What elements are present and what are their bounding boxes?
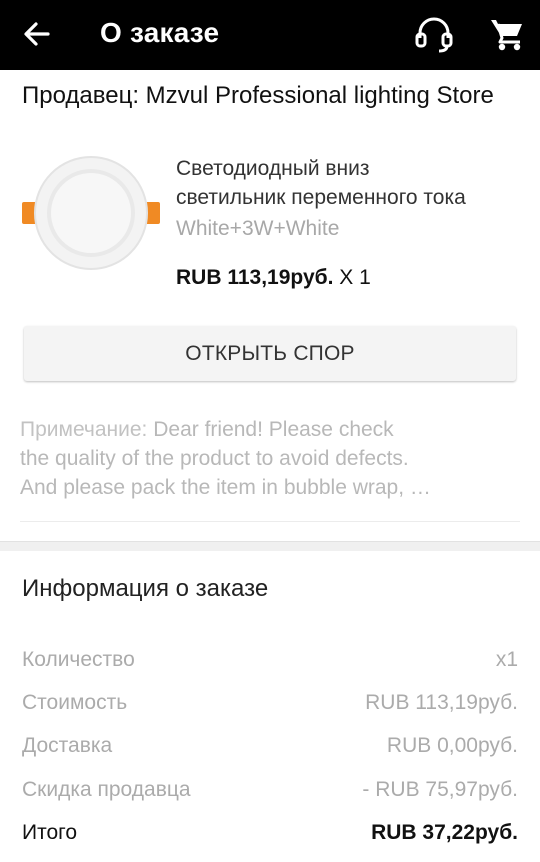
seller-name[interactable]: Продавец: Mzvul Professional lighting St… — [22, 82, 540, 110]
info-value: RUB 113,19руб. — [365, 691, 518, 714]
order-info-title: Информация о заказе — [22, 575, 269, 602]
info-value: x1 — [495, 648, 518, 671]
info-label: Количество — [22, 648, 135, 671]
cart-button[interactable] — [487, 14, 527, 54]
info-row-seller-discount: Скидка продавца - RUB 75,97руб. — [22, 778, 518, 808]
note-label: Примечание: — [20, 418, 148, 441]
product-title[interactable]: Светодиодный вниз светильник переменного… — [176, 154, 516, 212]
info-value: RUB 37,22руб. — [371, 821, 518, 844]
info-label: Доставка — [22, 734, 113, 757]
product-image[interactable] — [22, 150, 160, 285]
open-dispute-button[interactable]: ОТКРЫТЬ СПОР — [24, 326, 516, 381]
product-title-line2: светильник переменного тока — [176, 186, 466, 209]
order-note: Примечание: Dear friend! Please check th… — [20, 415, 500, 502]
downlight-product-image — [22, 156, 160, 270]
info-value: RUB 0,00руб. — [386, 734, 518, 757]
back-button[interactable] — [18, 16, 58, 52]
product-quantity: X 1 — [339, 266, 371, 289]
top-app-bar: О заказе — [0, 0, 540, 70]
section-separator — [0, 541, 540, 551]
arrow-left-icon — [24, 22, 50, 46]
info-label: Скидка продавца — [22, 778, 191, 801]
product-price: RUB 113,19руб. — [176, 266, 334, 289]
info-label: Стоимость — [22, 691, 128, 714]
info-value: - RUB 75,97руб. — [362, 778, 518, 801]
note-line-1: Примечание: Dear friend! Please check — [20, 415, 500, 444]
info-row-cost: Стоимость RUB 113,19руб. — [22, 691, 518, 721]
product-price-qty: RUB 113,19руб. X 1 — [176, 266, 371, 290]
info-row-shipping: Доставка RUB 0,00руб. — [22, 734, 518, 764]
note-line-2: the quality of the product to avoid defe… — [20, 447, 409, 470]
info-row-total: Итого RUB 37,22руб. — [22, 821, 518, 851]
info-label: Итого — [22, 821, 78, 844]
product-variant: White+3W+White — [176, 217, 340, 240]
product-title-line1: Светодиодный вниз — [176, 157, 370, 180]
headset-icon — [415, 17, 453, 53]
divider — [20, 521, 520, 522]
note-line-3: And please pack the item in bubble wrap,… — [20, 476, 431, 499]
support-button[interactable] — [412, 14, 456, 56]
cart-icon — [491, 20, 522, 51]
info-row-quantity: Количество x1 — [22, 648, 518, 678]
note-text-1: Dear friend! Please check — [147, 418, 394, 441]
page-title: О заказе — [100, 17, 220, 48]
